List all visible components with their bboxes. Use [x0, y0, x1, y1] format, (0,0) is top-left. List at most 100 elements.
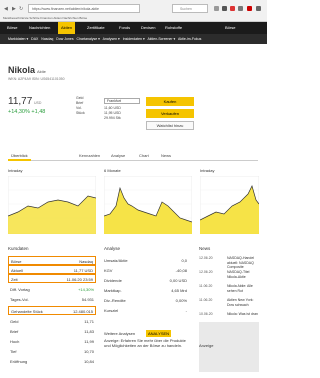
subnav-chartanalyse[interactable]: Chartanalyse: [77, 37, 98, 41]
table-row: Umsatz/Aktie 0,0: [103, 256, 189, 265]
nav-item-boerse-2[interactable]: Börse: [222, 22, 238, 34]
subnav-dax[interactable]: DAX: [31, 37, 38, 41]
news-date: 10.06.20: [199, 312, 213, 316]
row-label: Geld: [10, 319, 19, 324]
quote-value: 29.994 Stk: [104, 116, 121, 120]
ad-label: Anzeige: [199, 343, 214, 348]
nav-item-aktien[interactable]: Aktien: [58, 22, 76, 34]
forward-icon[interactable]: ▶: [12, 6, 16, 12]
reload-icon[interactable]: ↻: [19, 6, 23, 12]
subnav-analysen[interactable]: Analysen: [103, 37, 117, 41]
row-value: 0,00%: [175, 298, 187, 303]
kursdaten-title: Kursdaten: [8, 246, 29, 251]
subnav-fokus[interactable]: Aktie-im-Fokus: [178, 37, 201, 41]
row-label: Diff. Vortag: [10, 287, 30, 292]
tab-news[interactable]: News: [158, 151, 174, 161]
wkn-isin: WKN: A2P4A9 ISIN: US6541101050: [8, 77, 65, 81]
nav-item-nachrichten[interactable]: Nachrichten: [26, 22, 53, 34]
tab-chart[interactable]: Chart: [136, 151, 152, 161]
news-headline[interactable]: NASDAQ-Titel Nikola-Aktie: [227, 270, 259, 279]
back-icon[interactable]: ◀: [4, 6, 8, 12]
row-value: 11,99: [84, 339, 94, 344]
row-label: Tages-Vol.: [10, 297, 29, 302]
tab-analyse[interactable]: Analyse: [108, 151, 128, 161]
subnav-screener[interactable]: Aktien-Screener: [147, 37, 172, 41]
table-row: Zeit 11.06.20 23:59: [8, 274, 96, 283]
table-row: KGV -40,08: [103, 266, 189, 275]
row-value: +14,30%: [78, 287, 94, 292]
row-value: -: [185, 308, 187, 313]
row-label: Marktkap.: [104, 288, 122, 293]
row-value: 11,71: [84, 319, 94, 324]
quote-label: Stück: [76, 111, 85, 115]
subnav-marktdaten[interactable]: Marktdaten: [8, 37, 26, 41]
menu-icon[interactable]: [256, 6, 261, 11]
news-headline[interactable]: Nikola: Was ist dran: [227, 312, 259, 317]
watchlist-button[interactable]: Watchlist hinzu: [146, 121, 194, 130]
adblock-icon[interactable]: [247, 6, 252, 11]
row-value: 10,70: [83, 349, 94, 354]
row-value: 54.931: [81, 297, 94, 302]
sell-button[interactable]: Verkaufen: [146, 109, 194, 118]
row-label: Hoch: [10, 339, 20, 344]
news-title: News: [199, 246, 211, 251]
six-month-chart[interactable]: [104, 176, 192, 234]
table-row: Börse Nasdaq: [8, 256, 96, 265]
news-headline[interactable]: Aktien New York: Dow schwach: [227, 298, 259, 307]
nav-item-rohstoffe[interactable]: Rohstoffe: [162, 22, 185, 34]
download-icon[interactable]: [222, 6, 227, 11]
quote-labels: Geld Brief Vol. Stück: [76, 96, 85, 116]
analyses-badge[interactable]: ANALYSEN: [146, 330, 172, 337]
row-value: 10,84: [83, 359, 94, 364]
news-headline[interactable]: NASDAQ-Handel aktuell: NASDAQ Composite: [227, 256, 259, 270]
subnav-insider[interactable]: Insiderdaten: [123, 37, 142, 41]
title-tag: Aktie: [37, 69, 46, 74]
intraday-chart-2[interactable]: [200, 176, 259, 234]
table-row: Diff. Vortag +14,30%: [8, 285, 96, 294]
chart-3-title: Intraday: [200, 168, 215, 173]
analyse-title: Analyse: [104, 246, 121, 251]
subnav-nasdaq[interactable]: Nasdaq: [41, 37, 53, 41]
table-row: Marktkap. 4,65 Mrd: [103, 286, 189, 295]
tab-kennzahlen[interactable]: Kennzahlen: [76, 151, 103, 161]
price-change: +14,30% +1,48: [8, 109, 46, 115]
intraday-chart[interactable]: [8, 176, 96, 234]
row-label: Zeit: [11, 277, 18, 282]
nav-item-boerse[interactable]: Börse: [4, 22, 20, 34]
table-row: Hoch 11,99: [8, 337, 96, 346]
buy-button[interactable]: Kaufen: [146, 97, 194, 106]
row-label: Gehandelte Stück: [11, 309, 43, 314]
table-row: Tages-Vol. 54.931: [8, 295, 96, 304]
home-icon[interactable]: [238, 6, 243, 11]
nav-item-devisen[interactable]: Devisen: [138, 22, 158, 34]
browser-toolbar: ◀ ▶ ↻ https://www.finanzen.net/aktien/ni…: [0, 0, 267, 22]
list-item[interactable]: 12.06.20 NASDAQ-Handel aktuell: NASDAQ C…: [199, 256, 259, 270]
nav-item-zertifikate[interactable]: Zertifikate: [84, 22, 108, 34]
page-title: Nikola: [8, 65, 36, 75]
row-label: Umsatz/Aktie: [104, 258, 128, 263]
bookmarks-bar[interactable]: Meistbesucht Erste Schritte Finanzen Akt…: [0, 15, 267, 22]
row-label: Brief: [10, 329, 19, 334]
more-analyses-link[interactable]: Weitere Analysen: [104, 331, 135, 336]
sub-nav: Marktdaten ▾ DAX Nasdaq Dow Jones Charta…: [0, 34, 267, 44]
extension-icon[interactable]: [230, 6, 235, 11]
list-item[interactable]: 12.06.20 NASDAQ-Titel Nikola-Aktie: [199, 270, 259, 284]
browser-search-input[interactable]: Suchen: [172, 4, 208, 13]
exchange-select[interactable]: Frankfurt: [104, 98, 140, 104]
address-bar[interactable]: https://www.finanzen.net/aktien/nikola-a…: [28, 4, 140, 13]
news-date: 11.06.20: [199, 298, 213, 302]
list-item[interactable]: 11.06.20 Aktien New York: Dow schwach: [199, 298, 259, 312]
nav-item-fonds[interactable]: Fonds: [116, 22, 133, 34]
list-item[interactable]: 11.06.20 Nikola Aktie: Alle sehen Rot: [199, 284, 259, 298]
subnav-dow[interactable]: Dow Jones: [56, 37, 73, 41]
tab-overview[interactable]: Überblick: [8, 151, 31, 161]
row-value: -40,08: [175, 268, 187, 273]
news-headline[interactable]: Nikola Aktie: Alle sehen Rot: [227, 284, 259, 293]
bookmark-star-icon[interactable]: [214, 6, 219, 11]
row-value: 11.06.20 23:59: [66, 277, 93, 282]
table-row: Eröffnung 10,84: [8, 357, 96, 366]
table-row: Div.-Rendite 0,00%: [103, 296, 189, 305]
row-value: 12.480.015: [72, 309, 93, 314]
chart-1-title: Intraday: [8, 168, 23, 173]
news-date: 11.06.20: [199, 284, 213, 288]
